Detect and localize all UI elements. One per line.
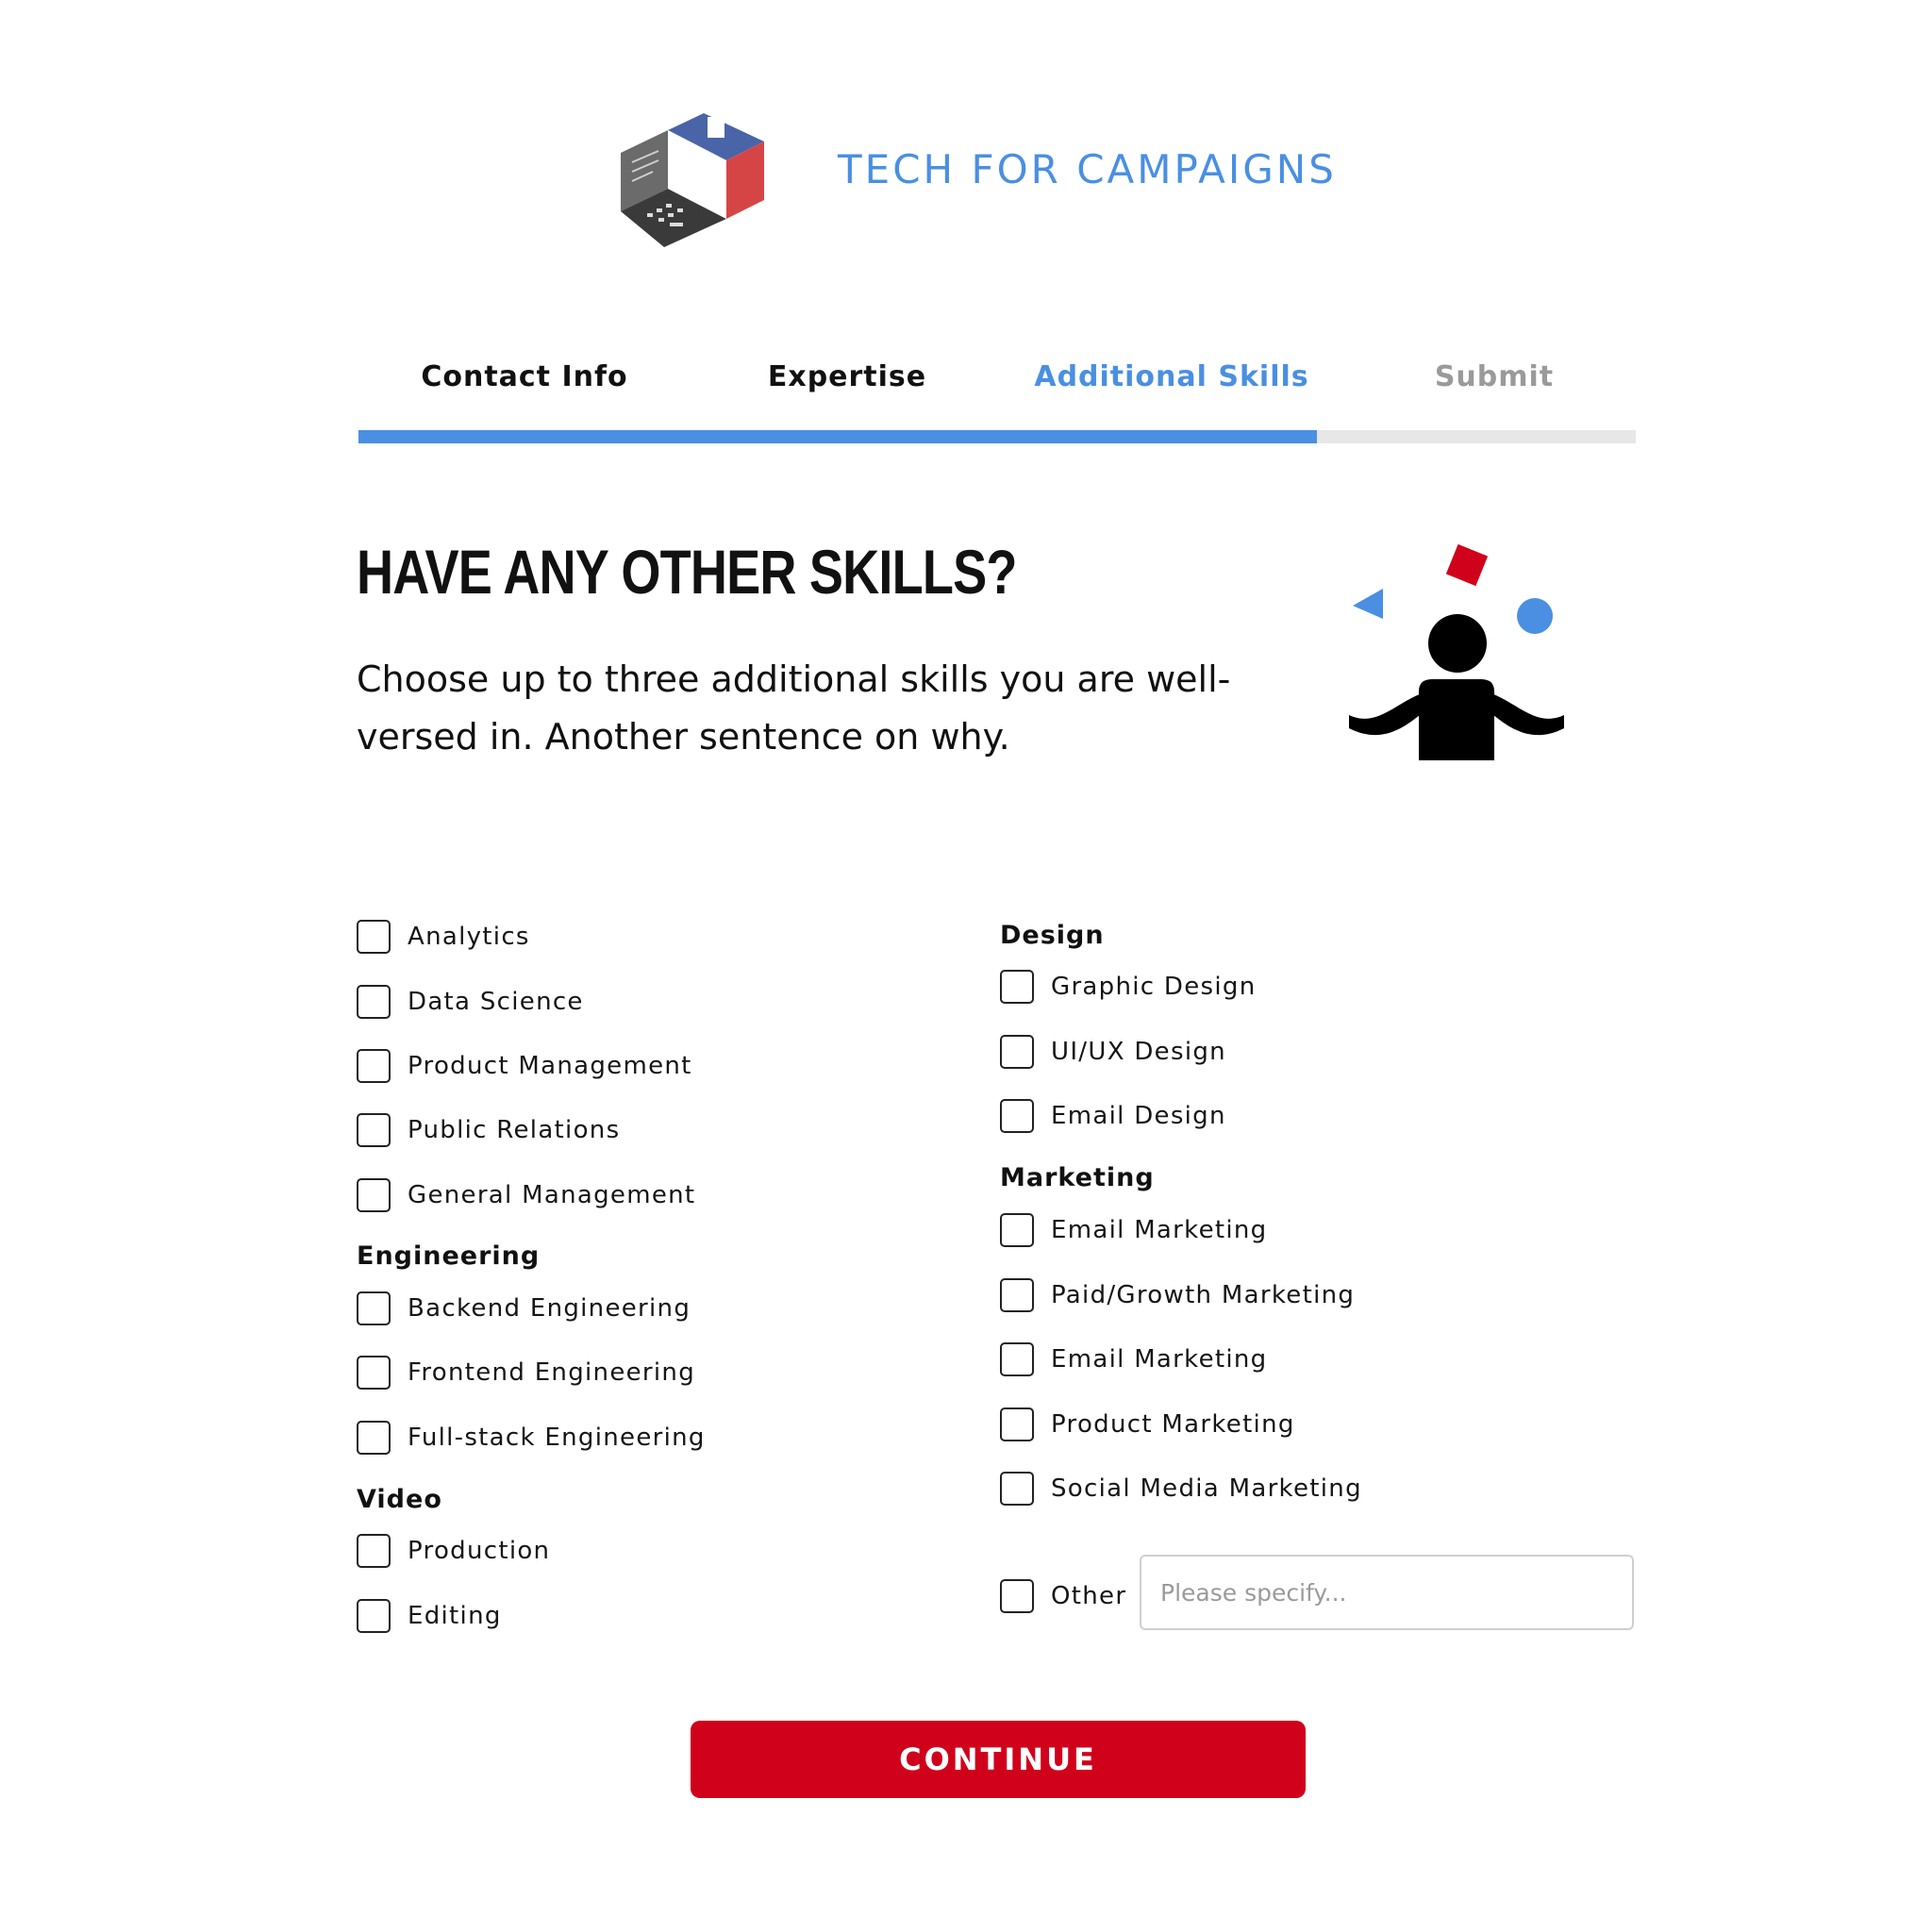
progress-bar-fill [358, 430, 1317, 443]
square-icon [1445, 543, 1489, 587]
skill-option-email-marketing-2[interactable]: Email Marketing [1000, 1339, 1267, 1380]
checkbox[interactable] [357, 1534, 391, 1568]
skill-option-analytics[interactable]: Analytics [357, 916, 530, 958]
skill-label: Public Relations [408, 1116, 621, 1144]
group-heading-video: Video [357, 1485, 442, 1514]
step-expertise[interactable]: Expertise [696, 360, 998, 393]
checkbox[interactable] [357, 1421, 391, 1455]
group-heading-design: Design [1000, 921, 1105, 950]
progress-bar [358, 430, 1636, 443]
checkbox[interactable] [1000, 970, 1034, 1004]
checkbox[interactable] [357, 1356, 391, 1390]
skill-option-general-management[interactable]: General Management [357, 1174, 695, 1216]
checkbox[interactable] [1000, 1213, 1034, 1247]
skill-option-paid-growth-marketing[interactable]: Paid/Growth Marketing [1000, 1274, 1355, 1316]
skill-label: Email Design [1051, 1102, 1226, 1130]
skill-option-product-management[interactable]: Product Management [357, 1045, 692, 1087]
skill-label: Paid/Growth Marketing [1051, 1281, 1356, 1309]
brand-name: TECH FOR CAMPAIGNS [838, 146, 1337, 192]
skill-option-social-media-marketing[interactable]: Social Media Marketing [1000, 1468, 1362, 1509]
skill-label: Production [408, 1537, 551, 1565]
skill-option-email-marketing[interactable]: Email Marketing [1000, 1209, 1267, 1251]
page-subtitle: Choose up to three additional skills you… [357, 658, 1231, 758]
skill-option-graphic-design[interactable]: Graphic Design [1000, 966, 1257, 1008]
triangle-icon [1353, 589, 1383, 619]
skill-option-frontend-engineering[interactable]: Frontend Engineering [357, 1352, 695, 1393]
skill-option-full-stack-engineering[interactable]: Full-stack Engineering [357, 1417, 706, 1458]
checkbox[interactable] [1000, 1579, 1034, 1613]
circle-icon [1517, 598, 1553, 634]
checkbox[interactable] [1000, 1342, 1034, 1376]
skill-label: General Management [408, 1181, 696, 1209]
checkbox[interactable] [1000, 1407, 1034, 1441]
skill-label: Editing [408, 1602, 502, 1630]
skill-label: Other [1051, 1582, 1127, 1610]
checkbox[interactable] [357, 1599, 391, 1633]
checkbox[interactable] [357, 1113, 391, 1147]
group-heading-marketing: Marketing [1000, 1163, 1155, 1192]
page-title: HAVE ANY OTHER SKILLS? [357, 537, 1017, 607]
skill-option-ui-ux-design[interactable]: UI/UX Design [1000, 1031, 1226, 1073]
skill-label: Email Marketing [1051, 1216, 1268, 1244]
skill-option-editing[interactable]: Editing [357, 1595, 502, 1637]
step-additional-skills[interactable]: Additional Skills [1021, 360, 1323, 393]
skill-label: Social Media Marketing [1051, 1474, 1362, 1503]
skill-label: Graphic Design [1051, 973, 1257, 1001]
skill-option-public-relations[interactable]: Public Relations [357, 1109, 620, 1151]
checkbox[interactable] [357, 920, 391, 954]
continue-button[interactable]: CONTINUE [691, 1721, 1306, 1798]
skill-label: Email Marketing [1051, 1345, 1268, 1374]
group-heading-engineering: Engineering [357, 1241, 541, 1271]
checkbox[interactable] [357, 1049, 391, 1083]
skill-label: Analytics [408, 923, 530, 951]
checkbox[interactable] [357, 985, 391, 1019]
skill-label: Product Marketing [1051, 1410, 1295, 1439]
skill-label: Product Management [408, 1052, 692, 1080]
skill-option-production[interactable]: Production [357, 1530, 550, 1572]
checkbox[interactable] [1000, 1035, 1034, 1069]
checkbox[interactable] [1000, 1099, 1034, 1133]
other-skill-input[interactable] [1140, 1555, 1634, 1630]
skill-label: Backend Engineering [408, 1294, 691, 1323]
skill-label: UI/UX Design [1051, 1038, 1226, 1066]
step-contact-info[interactable]: Contact Info [374, 360, 675, 393]
skill-option-backend-engineering[interactable]: Backend Engineering [357, 1288, 691, 1329]
skill-label: Frontend Engineering [408, 1358, 696, 1387]
skill-option-data-science[interactable]: Data Science [357, 981, 584, 1023]
skill-label: Full-stack Engineering [408, 1424, 706, 1452]
skill-option-other[interactable]: Other [1000, 1575, 1126, 1617]
checkbox[interactable] [1000, 1278, 1034, 1312]
skill-label: Data Science [408, 988, 584, 1016]
checkbox[interactable] [357, 1178, 391, 1212]
juggler-illustration [1349, 543, 1564, 760]
step-submit[interactable]: Submit [1343, 360, 1645, 393]
skill-option-email-design[interactable]: Email Design [1000, 1095, 1226, 1137]
checkbox[interactable] [357, 1291, 391, 1325]
tech-for-campaigns-logo [621, 113, 764, 247]
skill-option-product-marketing[interactable]: Product Marketing [1000, 1404, 1295, 1445]
checkbox[interactable] [1000, 1472, 1034, 1506]
